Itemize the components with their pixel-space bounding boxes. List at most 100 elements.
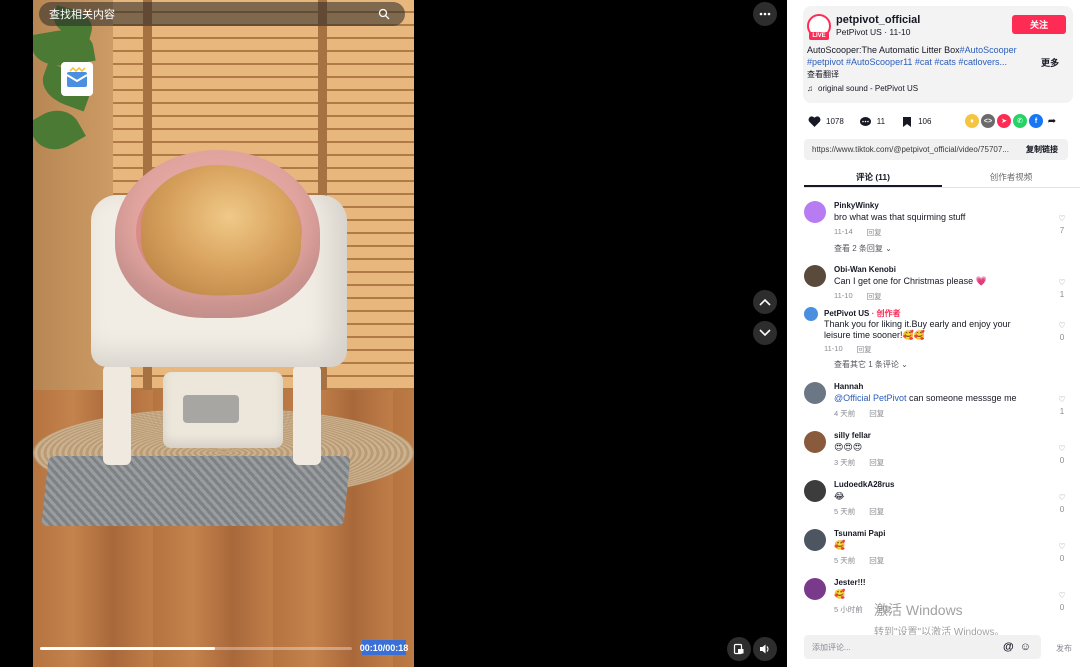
comment-meta: 3 天前 回复 (834, 457, 884, 468)
comment-body: can someone messsge me (909, 393, 1017, 403)
related-search-bar[interactable]: 查找相关内容 (39, 2, 405, 26)
reply-button[interactable]: 回复 (869, 555, 884, 566)
comment-text: 🥰 (834, 540, 846, 550)
comment-author[interactable]: Obi-Wan Kenobi (834, 265, 896, 274)
send-icon[interactable]: ➤ (997, 114, 1011, 128)
heart-outline-icon: ♡ (1058, 493, 1066, 502)
comment-date: 3 天前 (834, 458, 856, 467)
chevron-down-icon: ⌄ (901, 360, 908, 369)
drawer-handle (183, 395, 239, 423)
comment-date: 5 小时前 (834, 605, 863, 614)
follow-button[interactable]: 关注 (1012, 15, 1066, 34)
comment-like[interactable]: ♡ 0 (1055, 444, 1069, 465)
picture-in-picture-icon[interactable] (727, 637, 751, 661)
comment-author[interactable]: Hannah (834, 382, 863, 391)
comment-count: 11 (876, 117, 886, 126)
chevron-down-icon: ⌄ (885, 244, 892, 253)
comment-like-count: 1 (1059, 407, 1065, 416)
post-button[interactable]: 发布 (1056, 643, 1072, 654)
creator-username[interactable]: petpivot_official (836, 14, 920, 26)
video-description: AutoScooper:The Automatic Litter Box#Aut… (807, 44, 1029, 68)
facebook-icon[interactable]: f (1029, 114, 1043, 128)
more-options-icon[interactable] (753, 2, 777, 26)
avatar[interactable] (804, 382, 826, 404)
creator-card: LIVE petpivot_official PetPivot US · 11-… (803, 6, 1073, 103)
next-video-chevron-down-icon[interactable] (753, 321, 777, 345)
video-url: https://www.tiktok.com/@petpivot_officia… (812, 145, 1009, 154)
comment-like[interactable]: ♡ 1 (1055, 278, 1069, 299)
search-icon[interactable] (373, 3, 395, 25)
comment-like[interactable]: ♡ 7 (1055, 214, 1069, 235)
reply-button[interactable]: 回复 (869, 408, 884, 419)
comment-like[interactable]: ♡ 0 (1055, 321, 1069, 342)
hashtag-link[interactable]: #AutoScooper (960, 45, 1017, 55)
comment-like[interactable]: ♡ 0 (1055, 493, 1069, 514)
previous-video-chevron-up-icon[interactable] (753, 290, 777, 314)
comment-like[interactable]: ♡ 0 (1055, 591, 1069, 612)
repost-icon[interactable]: ♦ (965, 114, 979, 128)
whatsapp-icon[interactable]: ✆ (1013, 114, 1027, 128)
copy-link-button[interactable]: 复制链接 (1026, 144, 1068, 155)
comment-date: 11-10 (834, 291, 853, 300)
plant (33, 5, 103, 190)
tab-creator-videos[interactable]: 创作者视频 (942, 168, 1080, 187)
related-search-label: 查找相关内容 (49, 9, 115, 21)
avatar[interactable] (804, 431, 826, 453)
more-link[interactable]: 更多 (1041, 56, 1059, 69)
reply-button[interactable]: 回复 (857, 344, 872, 355)
avatar[interactable] (804, 201, 826, 223)
view-replies-link[interactable]: 查看 2 条回复 ⌄ (834, 243, 892, 254)
avatar[interactable] (804, 307, 818, 321)
video-frame[interactable] (33, 0, 414, 667)
comment-author[interactable]: Tsunami Papi (834, 529, 885, 538)
post-date: 11-10 (889, 27, 911, 37)
avatar[interactable] (804, 480, 826, 502)
comment-author[interactable]: LudoedkA28rus (834, 480, 894, 489)
mention-icon[interactable]: @ (1003, 641, 1014, 653)
comment-input[interactable]: 添加评论... (812, 642, 851, 653)
comment-icon[interactable] (858, 114, 873, 129)
reply-button[interactable]: 回复 (869, 457, 884, 468)
litter-mat (41, 456, 351, 526)
avatar[interactable] (804, 265, 826, 287)
avatar[interactable] (804, 578, 826, 600)
sound-row[interactable]: ♫ original sound - PetPivot US (807, 84, 918, 93)
comment-composer[interactable]: 添加评论... @ ☺ (804, 635, 1041, 659)
reply-button[interactable]: 回复 (867, 227, 882, 238)
comment-author[interactable]: PinkyWinky (834, 201, 879, 210)
emoji-icon[interactable]: ☺ (1020, 641, 1031, 653)
comment-meta: 11-14 回复 (834, 227, 882, 238)
comment-date: 11-14 (834, 227, 853, 236)
comment-author[interactable]: silly fellar (834, 431, 871, 440)
heart-icon[interactable] (807, 114, 822, 129)
view-more-text: 查看其它 1 条评论 (834, 360, 899, 369)
view-more-comments-link[interactable]: 查看其它 1 条评论 ⌄ (834, 359, 908, 370)
comment-like[interactable]: ♡ 0 (1055, 542, 1069, 563)
avatar[interactable] (804, 529, 826, 551)
comment-text: 😍😍😍 (834, 442, 863, 452)
comment-author[interactable]: Jester!!! (834, 578, 866, 587)
comment-like-count: 0 (1059, 554, 1065, 563)
comment-like-count: 0 (1059, 603, 1065, 612)
tab-comments[interactable]: 评论 (11) (804, 168, 942, 187)
reply-button[interactable]: 回复 (877, 604, 892, 615)
video-link-bar: https://www.tiktok.com/@petpivot_officia… (804, 139, 1068, 160)
comment-meta: 11-10 回复 (834, 291, 882, 302)
comment-text: 😂 (834, 491, 845, 501)
comment-meta: 5 天前 回复 (834, 555, 884, 566)
share-arrow-icon[interactable]: ➦ (1045, 114, 1059, 128)
comment-text: bro what was that squirming stuff (834, 212, 966, 222)
embed-icon[interactable]: <> (981, 114, 995, 128)
volume-icon[interactable] (753, 637, 777, 661)
hashtag-list[interactable]: #petpivot #AutoScooper11 #cat #cats #cat… (807, 57, 1007, 67)
comment-author[interactable]: PetPivot US · 创作者 (824, 308, 900, 319)
video-player[interactable]: 查找相关内容 00:10/00:18 (0, 0, 787, 667)
heart-outline-icon: ♡ (1058, 214, 1066, 223)
mention-link[interactable]: @Official PetPivot (834, 393, 907, 403)
comment-like[interactable]: ♡ 1 (1055, 395, 1069, 416)
see-translation-link[interactable]: 查看翻译 (807, 69, 839, 80)
reply-button[interactable]: 回复 (867, 291, 882, 302)
video-progress-bar[interactable] (40, 647, 352, 650)
reply-button[interactable]: 回复 (869, 506, 884, 517)
bookmark-icon[interactable] (899, 114, 914, 129)
